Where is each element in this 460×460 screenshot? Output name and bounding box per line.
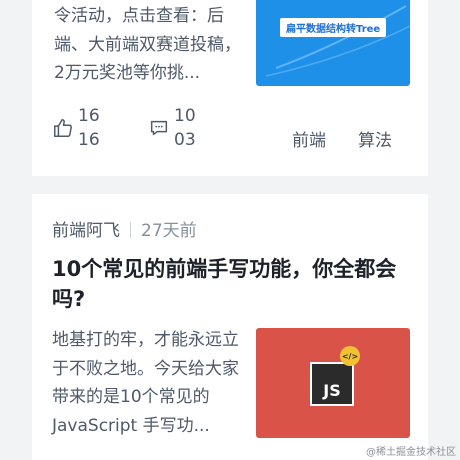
author-name[interactable]: 前端阿飞 bbox=[52, 221, 120, 241]
publish-time: 27天前 bbox=[141, 221, 197, 241]
article-thumbnail[interactable]: JS </> bbox=[256, 328, 410, 438]
like-count: 1616 bbox=[78, 106, 100, 150]
comment-button[interactable]: 1003 bbox=[148, 104, 206, 152]
article-card-2[interactable]: 前端阿飞 27天前 10个常见的前端手写功能，你全都会吗? 地基打的牢，才能永远立… bbox=[32, 194, 428, 460]
like-button[interactable]: 1616 bbox=[52, 104, 110, 152]
swoosh-decoration bbox=[265, 5, 410, 77]
article-thumbnail[interactable]: 扁平数据结构转Tree bbox=[256, 0, 410, 86]
comment-count: 1003 bbox=[174, 106, 196, 150]
comment-icon bbox=[150, 120, 168, 136]
article-card-1[interactable]: 令活动，点击查看：后端、大前端双赛道投稿，2万元奖池等你挑... 扁平数据结构转… bbox=[32, 0, 428, 176]
tag-frontend[interactable]: 前端 bbox=[292, 129, 326, 153]
article-summary[interactable]: 地基打的牢，才能永远立于不败之地。今天给大家带来的是10个常见的 JavaScr… bbox=[52, 326, 248, 440]
thumbnail-label: 扁平数据结构转Tree bbox=[280, 18, 387, 37]
tag-algorithm[interactable]: 算法 bbox=[358, 129, 392, 153]
article-meta: 前端阿飞 27天前 bbox=[52, 218, 197, 244]
meta-divider bbox=[130, 222, 131, 238]
code-icon: </> bbox=[340, 346, 360, 366]
article-summary[interactable]: 令活动，点击查看：后端、大前端双赛道投稿，2万元奖池等你挑... bbox=[54, 2, 250, 88]
article-actions: 1616 1003 前端 算法 bbox=[52, 104, 422, 152]
article-title[interactable]: 10个常见的前端手写功能，你全都会吗? bbox=[52, 254, 402, 314]
watermark: @稀土掘金技术社区 bbox=[366, 447, 456, 458]
thumbs-up-icon bbox=[54, 119, 72, 137]
javascript-logo: JS bbox=[310, 362, 354, 406]
